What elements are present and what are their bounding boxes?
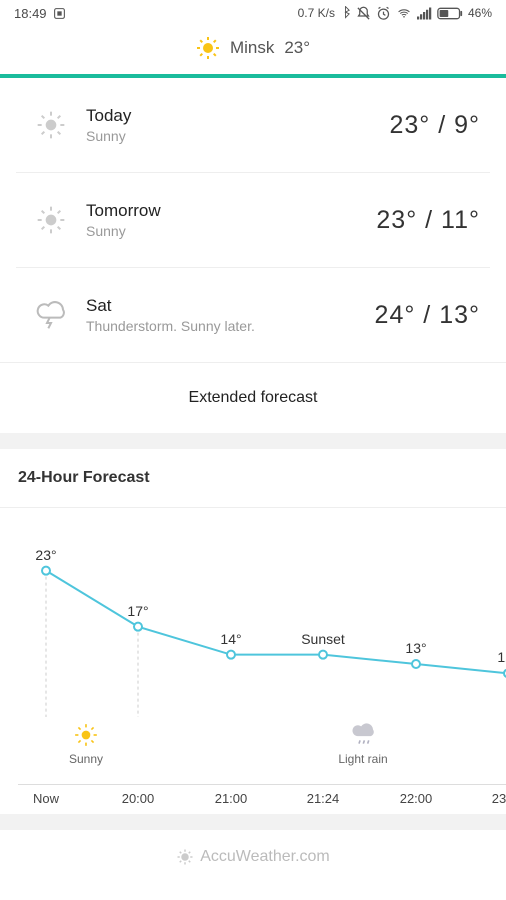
- forecast-day: Today: [86, 106, 389, 126]
- forecast-condition: Sunny: [86, 128, 389, 144]
- chart-time-label: 21:00: [215, 791, 248, 806]
- forecast-day: Tomorrow: [86, 201, 376, 221]
- chart-time-label: 21:24: [307, 791, 340, 806]
- chart-point-label: 12°: [497, 649, 506, 665]
- sunny-icon: Sunny: [69, 722, 103, 766]
- bluetooth-icon: [340, 6, 351, 20]
- forecast-temp: 23° / 11°: [376, 206, 480, 235]
- hourly-forecast-title: 24-Hour Forecast: [0, 449, 506, 507]
- sunny-icon: [26, 109, 76, 141]
- header-temp: 23°: [284, 38, 310, 58]
- forecast-row[interactable]: Sat Thunderstorm. Sunny later.24° / 13°: [16, 268, 490, 362]
- hourly-chart[interactable]: 23° 17° 14° Sunset 13° 12° Sunny Light rain No…: [0, 507, 506, 814]
- status-time: 18:49: [14, 6, 47, 21]
- chart-time-label: 20:00: [122, 791, 155, 806]
- status-battery-pct: 46%: [468, 6, 492, 20]
- section-gap: [0, 814, 506, 830]
- sunny-icon: [26, 204, 76, 236]
- chart-point-label: 14°: [220, 631, 241, 647]
- storm-icon: [26, 299, 76, 331]
- chart-svg: [18, 522, 506, 722]
- forecast-temp: 24° / 13°: [375, 301, 480, 330]
- attribution-footer[interactable]: AccuWeather.com: [0, 830, 506, 884]
- alarm-icon: [376, 6, 391, 21]
- wifi-icon: [396, 7, 412, 20]
- forecast-condition: Thunderstorm. Sunny later.: [86, 318, 375, 334]
- chart-point-label: 17°: [127, 603, 148, 619]
- footer-text: AccuWeather.com: [200, 848, 330, 866]
- dnd-icon: [356, 6, 371, 21]
- location-header[interactable]: Minsk 23°: [0, 26, 506, 74]
- chart-time-axis: Now 20:00 21:00 21:24 22:00 23:00: [18, 784, 506, 808]
- daily-forecast-list: TodaySunny23° / 9°TomorrowSunny23° / 11°…: [0, 78, 506, 362]
- forecast-condition: Sunny: [86, 223, 376, 239]
- screenshot-icon: [53, 7, 66, 20]
- chart-point-label: Sunset: [301, 631, 345, 647]
- chart-point-label: 13°: [405, 640, 426, 656]
- battery-icon: [437, 7, 463, 20]
- chart-condition-row: Sunny Light rain: [18, 722, 506, 780]
- forecast-temp: 23° / 9°: [389, 111, 480, 140]
- sun-icon: [196, 36, 220, 60]
- status-bar: 18:49 0.7 K/s 46%: [0, 0, 506, 26]
- forecast-day: Sat: [86, 296, 375, 316]
- accuweather-icon: [176, 848, 194, 866]
- chart-time-label: 22:00: [400, 791, 433, 806]
- header-city: Minsk: [230, 38, 274, 58]
- chart-time-label: 23:00: [492, 791, 506, 806]
- signal-icon: [417, 7, 432, 20]
- status-data-rate: 0.7 K/s: [298, 6, 335, 20]
- rain-icon: Light rain: [338, 722, 387, 766]
- extended-forecast-button[interactable]: Extended forecast: [0, 362, 506, 433]
- section-gap: [0, 433, 506, 449]
- forecast-row[interactable]: Today Sunny23° / 9°: [16, 78, 490, 173]
- chart-time-label: Now: [33, 791, 59, 806]
- forecast-row[interactable]: Tomorrow Sunny23° / 11°: [16, 173, 490, 268]
- chart-point-label: 23°: [35, 547, 56, 563]
